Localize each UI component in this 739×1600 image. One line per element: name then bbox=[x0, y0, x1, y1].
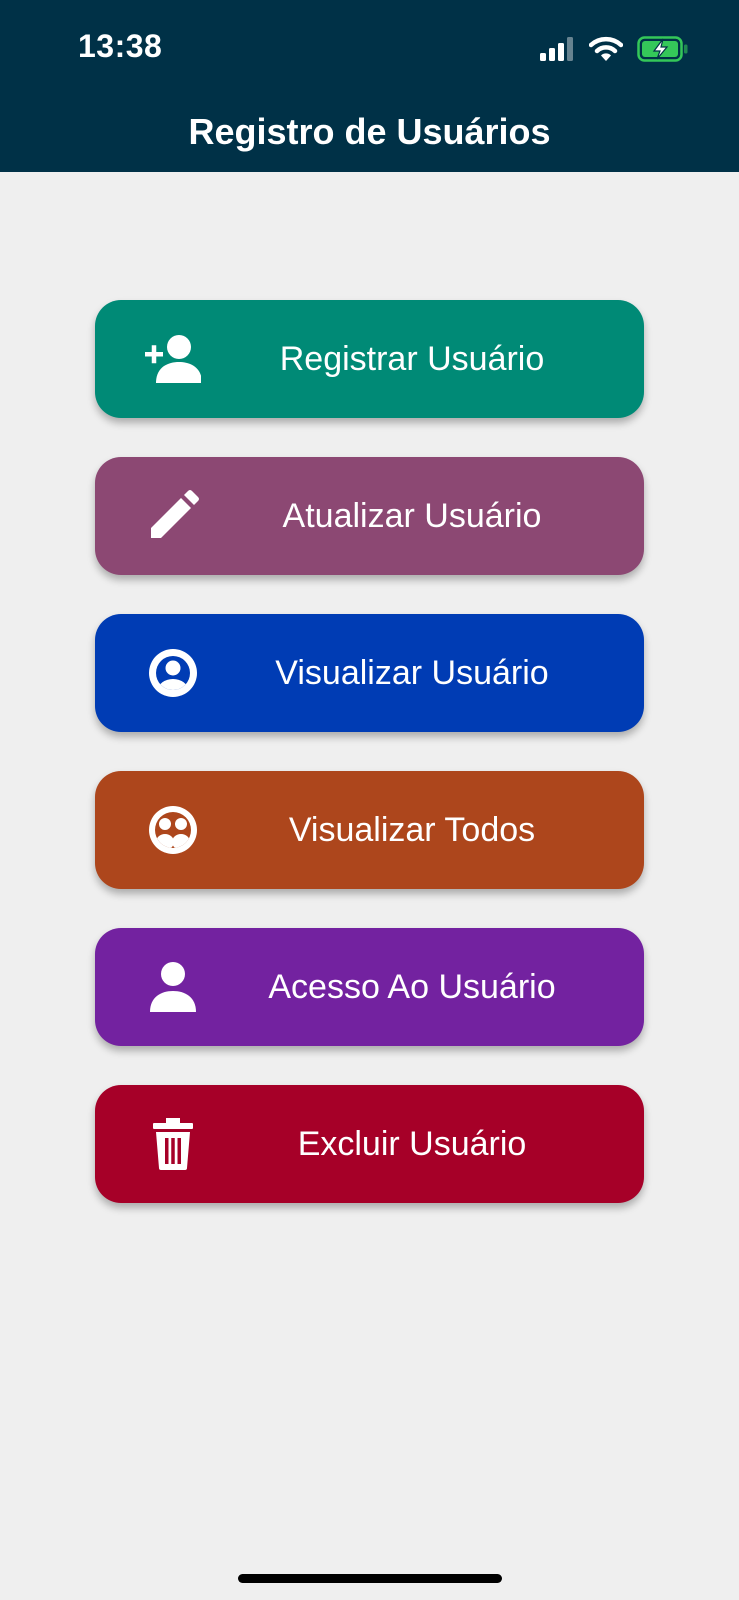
menu-list: Registrar Usuário Atualizar Usuário Visu… bbox=[95, 300, 644, 1242]
app-header: 13:38 Registro de Usuários bbox=[0, 0, 739, 172]
update-user-label: Atualizar Usuário bbox=[282, 497, 542, 535]
view-all-label: Visualizar Todos bbox=[288, 811, 536, 849]
delete-user-label: Excluir Usuário bbox=[297, 1125, 527, 1163]
wifi-icon bbox=[588, 36, 624, 67]
status-time: 13:38 bbox=[78, 28, 163, 64]
view-all-button[interactable]: Visualizar Todos bbox=[95, 771, 644, 889]
view-user-button[interactable]: Visualizar Usuário bbox=[95, 614, 644, 732]
user-access-label: Acesso Ao Usuário bbox=[268, 968, 556, 1006]
register-user-label: Registrar Usuário bbox=[279, 340, 545, 378]
delete-user-button[interactable]: Excluir Usuário bbox=[95, 1085, 644, 1203]
status-icons bbox=[539, 36, 689, 67]
home-indicator[interactable] bbox=[238, 1574, 502, 1583]
view-user-label: Visualizar Usuário bbox=[275, 654, 549, 692]
user-access-button[interactable]: Acesso Ao Usuário bbox=[95, 928, 644, 1046]
battery-charging-icon bbox=[637, 36, 689, 67]
page-title: Registro de Usuários bbox=[188, 111, 551, 152]
register-user-button[interactable]: Registrar Usuário bbox=[95, 300, 644, 418]
signal-icon bbox=[539, 37, 575, 66]
update-user-button[interactable]: Atualizar Usuário bbox=[95, 457, 644, 575]
